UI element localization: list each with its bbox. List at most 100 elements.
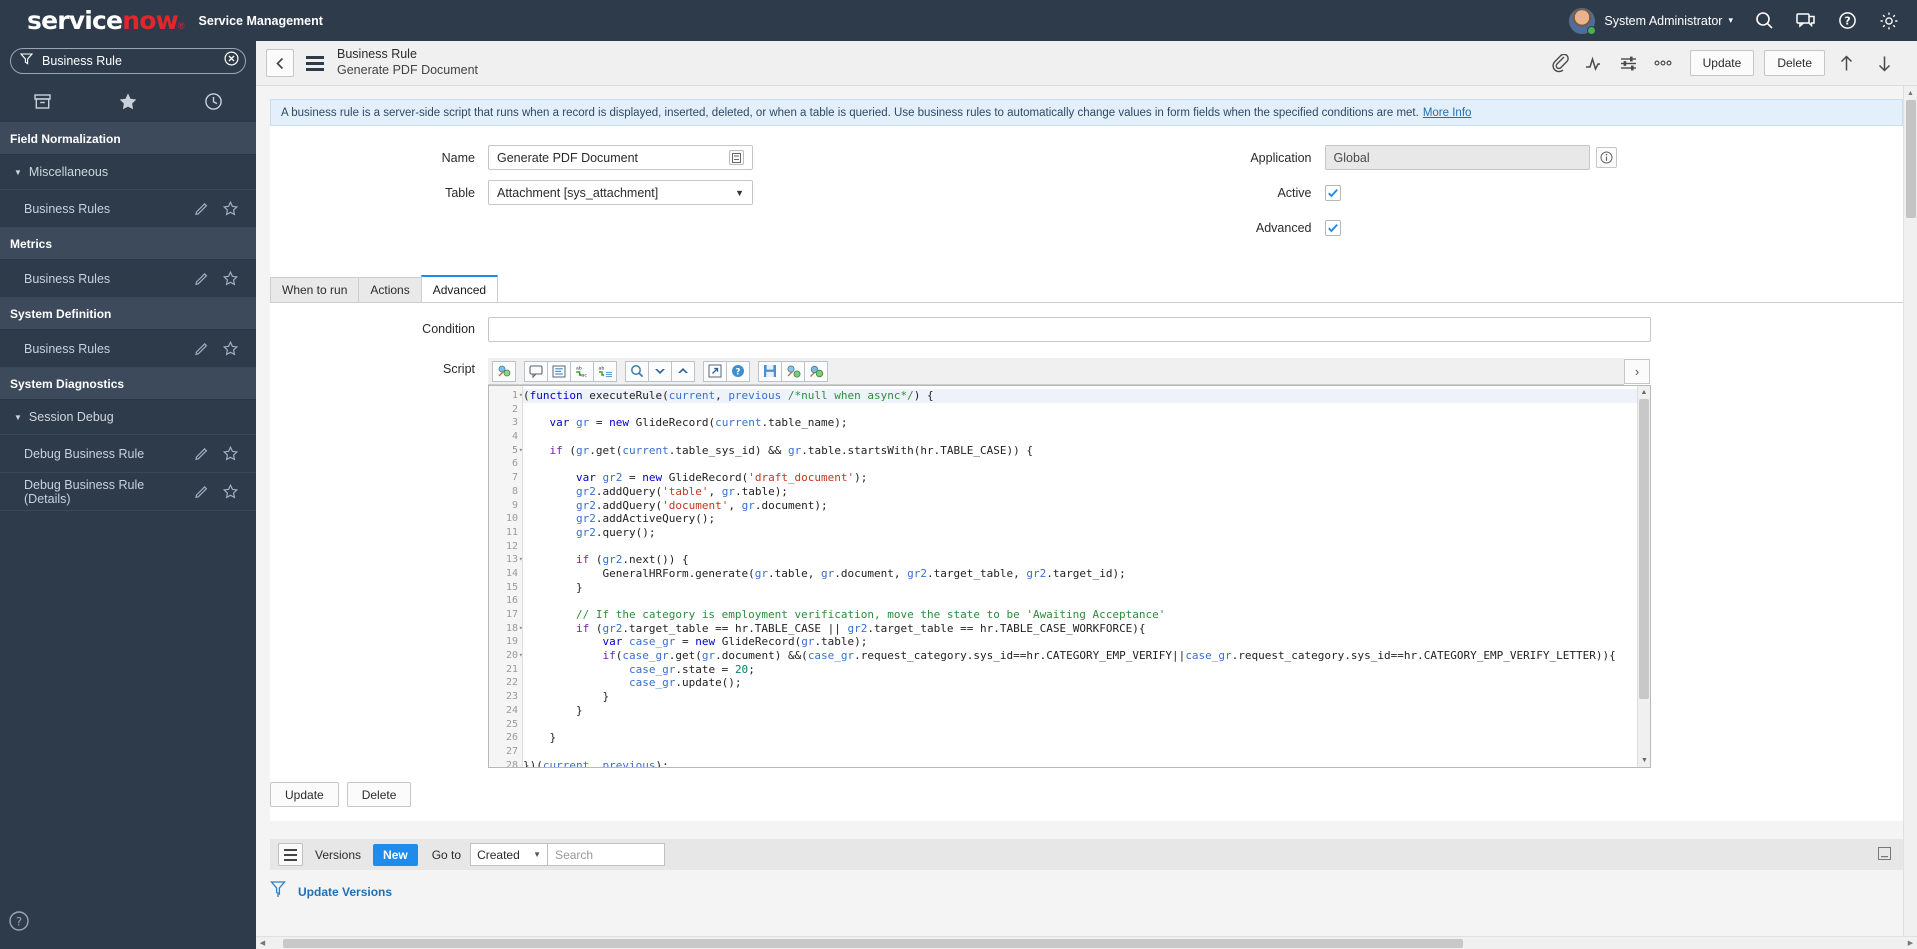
attachment-icon[interactable]: [1544, 46, 1578, 80]
code-scroll-thumb[interactable]: [1639, 399, 1649, 699]
code-scroll-down-icon[interactable]: ▼: [1638, 754, 1650, 767]
line-number: 3: [511, 417, 518, 429]
horizontal-scrollbar[interactable]: ◀ ▶: [256, 936, 1917, 949]
syntax-check-icon[interactable]: [781, 360, 805, 382]
sidebar-item-business-rules[interactable]: Business Rules: [0, 330, 256, 368]
favorite-star-icon[interactable]: [223, 201, 238, 216]
tab-when-to-run[interactable]: When to run: [270, 277, 360, 302]
help-icon[interactable]: ?: [726, 360, 750, 382]
collapse-section-icon[interactable]: [1878, 846, 1891, 863]
close-icon[interactable]: [224, 51, 239, 71]
sidebar-item-business-rules[interactable]: Business Rules: [0, 190, 256, 228]
replace-all-icon[interactable]: ab: [593, 360, 617, 382]
main-scroll-thumb[interactable]: [1906, 100, 1916, 218]
new-version-button[interactable]: New: [373, 843, 418, 866]
sidebar-group-session-debug[interactable]: ▼ Session Debug: [0, 400, 256, 435]
back-button[interactable]: [266, 49, 294, 77]
user-name-label[interactable]: System Administrator: [1604, 14, 1722, 28]
edit-icon[interactable]: [194, 201, 209, 216]
code-area[interactable]: 1 ▾ 2 3 4 5 ▾ 6 7 8 9 10 11 12 13 ▾ 14 15 16 17 18 ▾ 19 20 ▾ 21 22…: [489, 386, 1650, 767]
more-info-link[interactable]: More Info: [1423, 107, 1472, 119]
indent-icon[interactable]: [547, 360, 571, 382]
goto-field-select[interactable]: Created ▼: [470, 843, 549, 866]
popout-editor-icon[interactable]: [703, 360, 727, 382]
update-button-header[interactable]: Update: [1689, 50, 1755, 76]
code-vertical-scrollbar[interactable]: ▲ ▼: [1637, 386, 1650, 767]
main-vertical-scrollbar[interactable]: ▲ ▼: [1903, 86, 1917, 949]
delete-button-footer[interactable]: Delete: [346, 782, 412, 807]
macro-icon[interactable]: [804, 360, 828, 382]
sidebar-item-business-rules[interactable]: Business Rules: [0, 260, 256, 298]
activity-icon[interactable]: [1578, 46, 1612, 80]
hscroll-right-icon[interactable]: ▶: [1904, 939, 1917, 947]
avatar[interactable]: [1569, 7, 1597, 35]
edit-icon[interactable]: [194, 484, 209, 499]
context-menu-icon[interactable]: [306, 55, 324, 71]
hscroll-left-icon[interactable]: ◀: [256, 939, 269, 947]
application-field-control: Global: [1324, 145, 1617, 170]
related-list-menu-icon[interactable]: [278, 843, 303, 866]
replace-icon[interactable]: ab ac: [570, 360, 594, 382]
fold-marker-icon[interactable]: ▾: [519, 622, 523, 636]
fold-marker-icon[interactable]: ▾: [519, 649, 523, 663]
find-next-icon[interactable]: [648, 360, 672, 382]
favorite-star-icon[interactable]: [223, 446, 238, 461]
find-previous-icon[interactable]: [671, 360, 695, 382]
advanced-checkbox[interactable]: [1324, 219, 1341, 236]
sidebar-item-debug-business-rule-details[interactable]: Debug Business Rule (Details): [0, 473, 256, 511]
conversations-icon[interactable]: [1796, 11, 1816, 30]
code-content[interactable]: (function executeRule(current, previous …: [523, 386, 1650, 767]
format-code-icon[interactable]: [492, 360, 516, 382]
name-reference-icon[interactable]: [729, 150, 744, 165]
favorite-star-icon[interactable]: [223, 341, 238, 356]
edit-icon[interactable]: [194, 341, 209, 356]
chevron-down-icon[interactable]: ▾: [1728, 15, 1733, 26]
personalize-form-icon[interactable]: [1612, 46, 1646, 80]
gear-icon[interactable]: [1879, 11, 1899, 31]
filter-icon[interactable]: [270, 880, 286, 903]
edit-icon[interactable]: [194, 446, 209, 461]
servicenow-logo[interactable]: service now ®: [27, 6, 185, 35]
name-input[interactable]: Generate PDF Document: [488, 145, 753, 170]
sidebar-item-debug-business-rule[interactable]: Debug Business Rule: [0, 435, 256, 473]
main-scroll-up-icon[interactable]: ▲: [1904, 86, 1917, 100]
comment-icon[interactable]: [524, 360, 548, 382]
sidebar-tab-all-applications[interactable]: [0, 81, 85, 122]
navigator-filter-box[interactable]: Business Rule: [10, 48, 246, 74]
delete-button-header[interactable]: Delete: [1764, 50, 1825, 76]
sidebar-group-miscellaneous[interactable]: ▼ Miscellaneous: [0, 155, 256, 190]
favorite-star-icon[interactable]: [223, 484, 238, 499]
sidebar-tab-history[interactable]: [171, 81, 256, 122]
tab-advanced[interactable]: Advanced: [420, 275, 499, 302]
table-select[interactable]: Attachment [sys_attachment] ▼: [488, 180, 753, 205]
help-icon[interactable]: ?: [1838, 11, 1857, 30]
hscroll-thumb[interactable]: [283, 938, 1463, 948]
condition-input[interactable]: [488, 317, 1651, 342]
active-checkbox[interactable]: [1324, 184, 1341, 201]
navigator-help-icon[interactable]: ?: [8, 910, 30, 937]
expand-editor-icon[interactable]: ›: [1624, 359, 1650, 384]
update-button-footer[interactable]: Update: [270, 782, 339, 807]
favorite-star-icon[interactable]: [223, 271, 238, 286]
fold-marker-icon[interactable]: ▾: [519, 389, 523, 403]
update-versions-link[interactable]: Update Versions: [298, 885, 392, 899]
more-options-icon[interactable]: [1646, 46, 1680, 80]
application-info-icon[interactable]: [1595, 147, 1617, 168]
code-scroll-up-icon[interactable]: ▲: [1638, 386, 1650, 399]
navigator-filter-input[interactable]: Business Rule: [42, 54, 224, 68]
edit-icon[interactable]: [194, 271, 209, 286]
fold-marker-icon[interactable]: ▾: [519, 553, 523, 567]
sidebar-tab-favorites[interactable]: [85, 81, 170, 122]
versions-search-input[interactable]: Search: [548, 843, 666, 866]
find-icon[interactable]: [625, 360, 649, 382]
svg-text:ac: ac: [581, 374, 587, 378]
fold-marker-icon[interactable]: ▾: [519, 444, 523, 458]
next-record-icon[interactable]: [1867, 46, 1901, 80]
code-line: var gr = new GlideRecord(current.table_n…: [549, 416, 848, 430]
previous-record-icon[interactable]: [1829, 46, 1863, 80]
search-icon[interactable]: [1755, 11, 1774, 30]
save-icon[interactable]: [758, 360, 782, 382]
tab-actions[interactable]: Actions: [358, 277, 422, 302]
